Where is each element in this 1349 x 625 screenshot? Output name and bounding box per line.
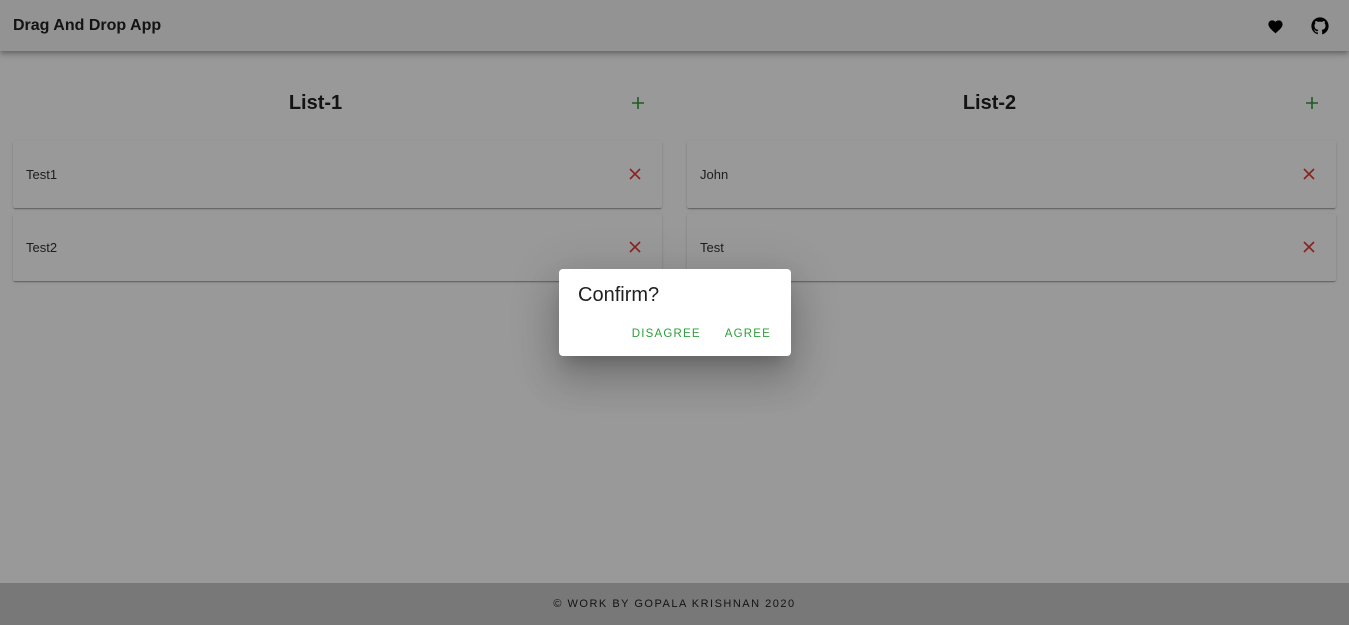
confirm-dialog: Confirm? DISAGREE AGREE <box>559 269 791 356</box>
disagree-button[interactable]: DISAGREE <box>624 326 709 342</box>
agree-button[interactable]: AGREE <box>717 326 779 342</box>
dialog-actions: DISAGREE AGREE <box>624 326 779 342</box>
dialog-title: Confirm? <box>578 284 660 306</box>
